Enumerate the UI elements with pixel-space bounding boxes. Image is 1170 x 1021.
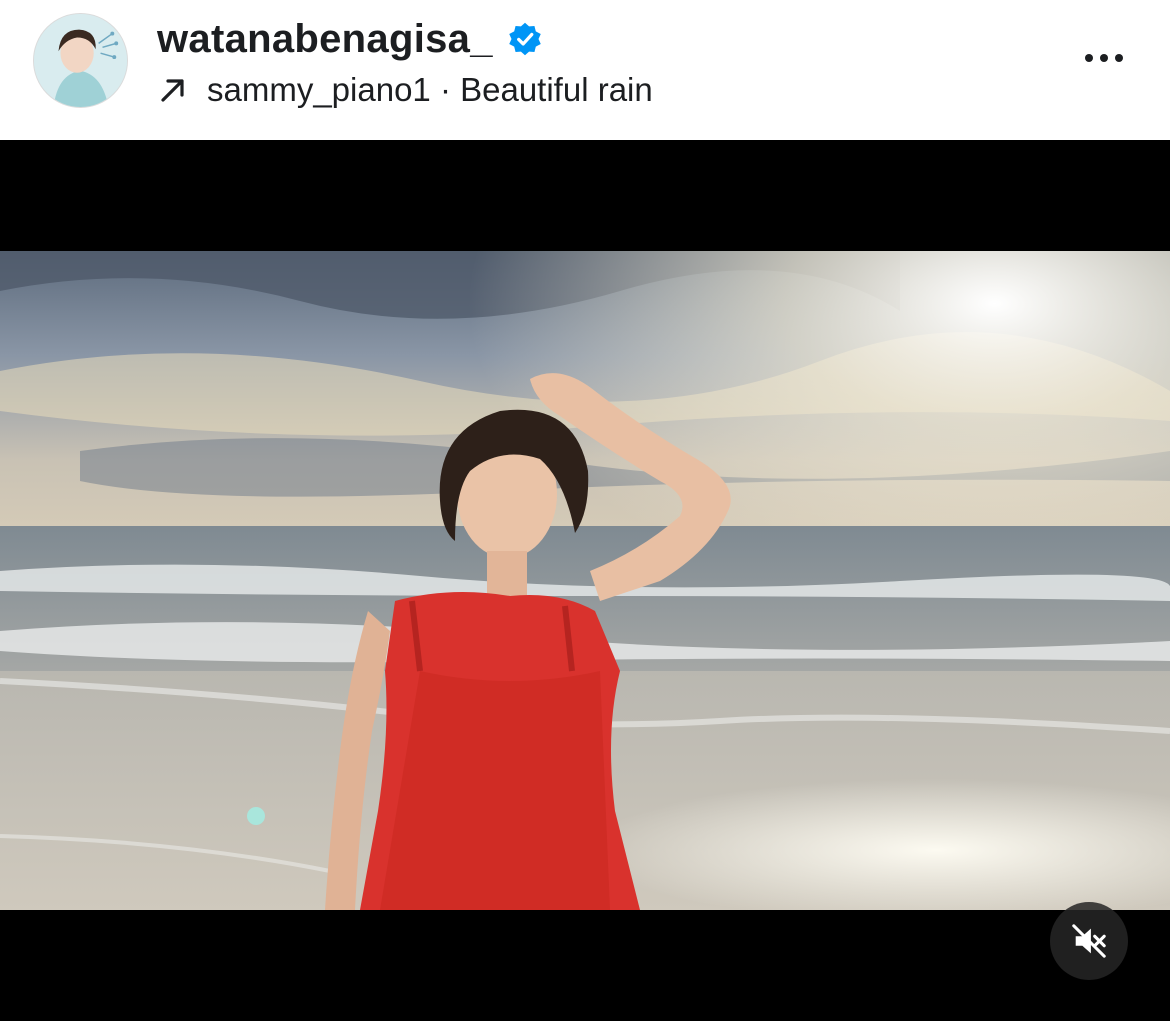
video-player[interactable] [0,140,1170,1021]
verified-badge-icon [507,21,543,57]
more-options-icon [1085,54,1093,62]
post-header: watanabenagisa_ sammy_piano1 · Beautiful… [0,0,1170,140]
username-row: watanabenagisa_ [157,14,543,64]
audio-track-label[interactable]: sammy_piano1 · Beautiful rain [207,71,653,109]
audio-attribution[interactable]: sammy_piano1 · Beautiful rain [157,66,653,114]
mute-toggle-button[interactable] [1050,902,1128,980]
profile-avatar[interactable] [33,13,128,108]
speaker-muted-icon [1072,924,1106,958]
more-options-dot [1100,54,1108,62]
arrow-up-right-icon [157,74,189,106]
more-options-dot [1115,54,1123,62]
more-options-button[interactable] [1072,38,1136,78]
username-link[interactable]: watanabenagisa_ [157,17,493,62]
avatar-image [34,14,127,107]
video-frame [0,251,1170,910]
video-still-beach-scene [0,251,1170,910]
